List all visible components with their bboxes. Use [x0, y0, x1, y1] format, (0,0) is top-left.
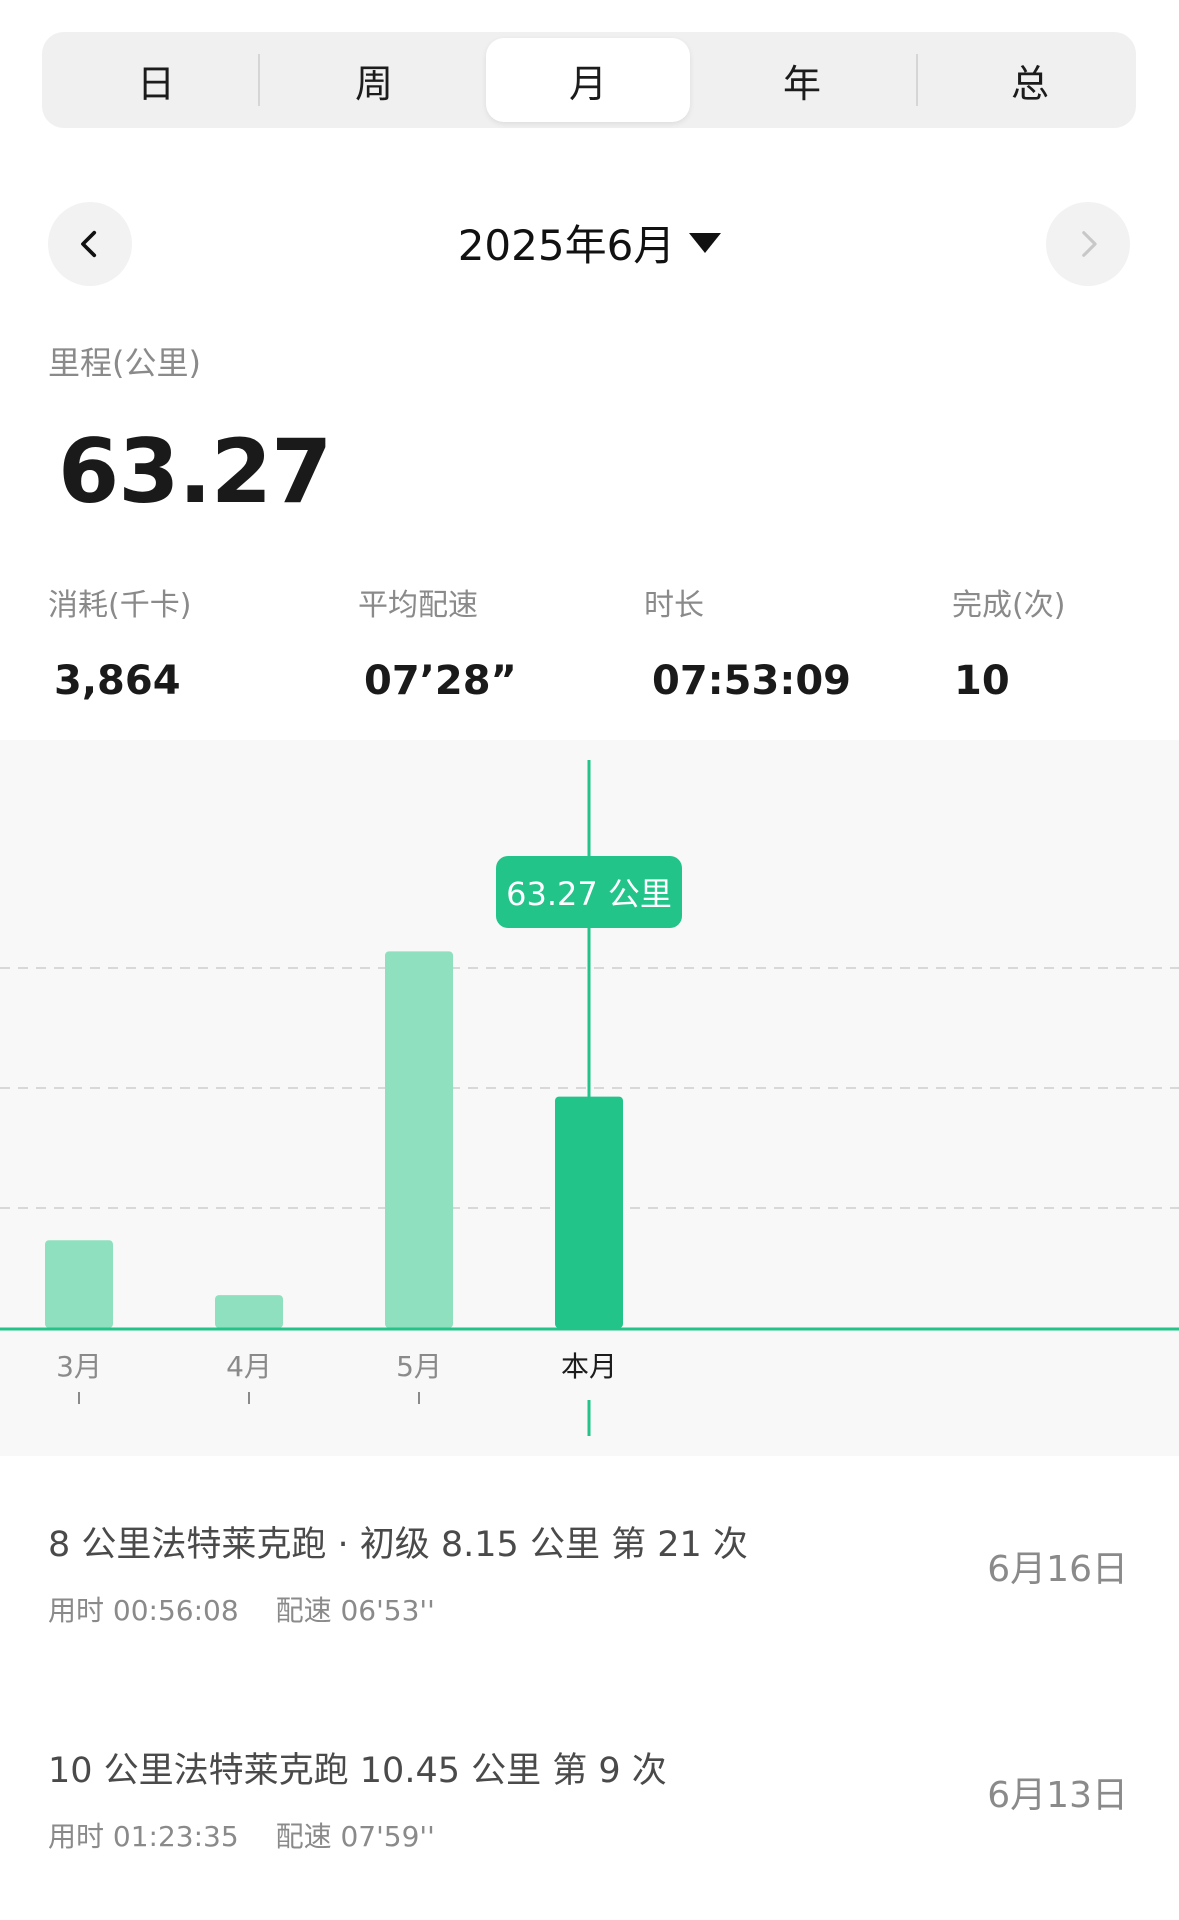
stat-avg-pace: 平均配速 07’28”	[358, 580, 517, 704]
stat-label: 完成(次)	[952, 588, 1066, 623]
caret-down-icon	[689, 232, 722, 253]
next-month-button[interactable]	[1046, 202, 1130, 286]
tab-divider	[258, 54, 260, 106]
list-item[interactable]: 10 公里法特莱克跑 10.45 公里 第 9 次 用时 01:23:35 配速…	[48, 1742, 1138, 1855]
month-title: 2025年6月	[457, 221, 676, 270]
stat-label: 时长	[644, 588, 704, 623]
tab-week[interactable]: 周	[272, 38, 476, 122]
bar	[215, 1295, 283, 1328]
stat-value: 10	[954, 658, 1010, 704]
period-segmented-control: 日 周 月 年 总	[42, 32, 1136, 128]
activity-title: 8 公里法特莱克跑 · 初级 8.15 公里 第 21 次	[48, 1525, 748, 1565]
x-tick-label: 4月	[226, 1350, 272, 1383]
x-tick-label: 本月	[561, 1350, 617, 1383]
tab-total[interactable]: 总	[928, 38, 1132, 122]
tab-divider	[916, 54, 918, 106]
activity-date: 6月13日	[987, 1775, 1128, 1816]
x-tick-label: 5月	[396, 1350, 442, 1383]
stat-duration: 时长 07:53:09	[644, 580, 851, 704]
bar-highlighted	[555, 1096, 623, 1328]
distance-label: 里程(公里)	[48, 344, 201, 382]
bar	[45, 1240, 113, 1328]
distance-value: 63.27	[58, 420, 332, 523]
tab-day[interactable]: 日	[54, 38, 258, 122]
activity-pace: 配速 07'59''	[275, 1820, 435, 1853]
activity-title: 10 公里法特莱克跑 10.45 公里 第 9 次	[48, 1751, 667, 1791]
activity-duration: 用时 00:56:08	[48, 1594, 239, 1627]
stat-label: 平均配速	[358, 588, 478, 623]
stat-count: 完成(次) 10	[952, 580, 1065, 704]
stat-value: 07:53:09	[652, 658, 851, 704]
tab-month[interactable]: 月	[486, 38, 690, 122]
stat-label: 消耗(千卡)	[48, 588, 192, 623]
activity-duration: 用时 01:23:35	[48, 1820, 239, 1853]
bar	[385, 951, 453, 1328]
month-picker[interactable]: 2025年6月	[0, 212, 1179, 273]
list-item[interactable]: 8 公里法特莱克跑 · 初级 8.15 公里 第 21 次 用时 00:56:0…	[48, 1516, 1138, 1629]
stat-value: 07’28”	[364, 658, 517, 704]
activity-pace: 配速 06'53''	[275, 1594, 435, 1627]
stat-value: 3,864	[54, 658, 181, 704]
chevron-right-icon	[1082, 231, 1097, 257]
monthly-distance-chart[interactable]: 3月 4月 5月 本月	[0, 740, 1179, 1456]
x-tick-label: 3月	[56, 1350, 102, 1383]
chart-svg: 3月 4月 5月 本月	[0, 760, 1179, 1436]
stat-calories: 消耗(千卡) 3,864	[48, 580, 191, 704]
activity-date: 6月16日	[987, 1549, 1128, 1590]
chart-tooltip: 63.27 公里	[496, 856, 682, 928]
tab-year[interactable]: 年	[700, 38, 904, 122]
